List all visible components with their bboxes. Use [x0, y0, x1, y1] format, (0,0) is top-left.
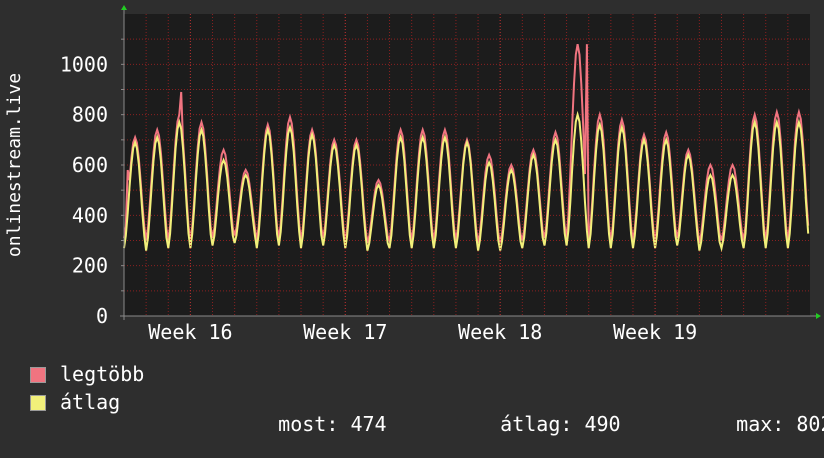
- y-axis-label: onlinestream.live: [4, 73, 25, 257]
- legend-swatch-max: [30, 367, 46, 383]
- y-tick-label: 600: [72, 153, 108, 177]
- stat-now-value: 474: [350, 412, 387, 436]
- stat-max-label: max:: [736, 412, 785, 436]
- y-tick-label: 200: [72, 254, 108, 278]
- y-axis-arrow-icon: [121, 5, 127, 10]
- legend-label-max: legtöbb: [60, 362, 145, 386]
- y-tick-label: 400: [72, 203, 108, 227]
- legend-label-avg: átlag: [60, 390, 121, 414]
- stat-now: most: 474: [230, 391, 387, 457]
- x-tick-label: Week 18: [458, 320, 542, 344]
- x-axis-arrow-icon: [816, 313, 821, 319]
- y-tick-label: 800: [72, 103, 108, 127]
- legend-swatch-avg: [30, 395, 46, 411]
- x-tick-label: Week 19: [613, 320, 697, 344]
- x-tick-label: Week 16: [148, 320, 232, 344]
- stat-max-value: 802: [796, 412, 824, 436]
- chart: 0 200 400 600 800 1000 Week 16 Week 17 Week 18 W…: [4, 5, 821, 344]
- stat-avg-label: átlag:: [500, 412, 573, 436]
- stat-avg-value: 490: [584, 412, 621, 436]
- y-tick-labels: 0 200 400 600 800 1000: [60, 52, 108, 328]
- y-tick-label: 1000: [60, 52, 108, 76]
- legend-row-avg: átlag most: 474 átlag: 490 max: 802: [30, 390, 824, 435]
- stat-avg: átlag: 490: [452, 391, 621, 457]
- stat-max: max: 802: [688, 391, 824, 457]
- y-tick-label: 0: [96, 304, 108, 328]
- x-tick-label: Week 17: [303, 320, 387, 344]
- stat-now-label: most:: [278, 412, 339, 436]
